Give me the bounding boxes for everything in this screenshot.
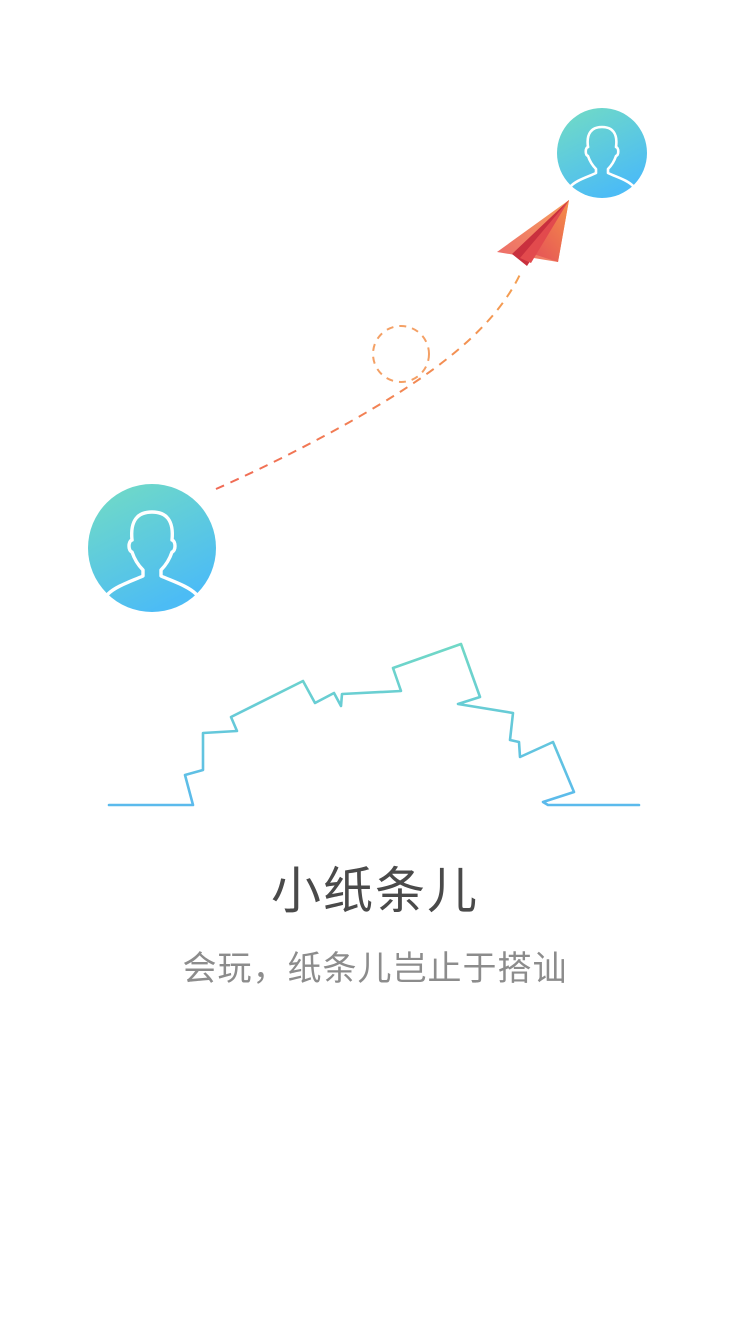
flight-path bbox=[215, 269, 523, 490]
onboarding-illustration bbox=[88, 108, 647, 807]
page-subtitle: 会玩，纸条儿岂止于搭讪 bbox=[182, 949, 568, 989]
rooftop-outline-icon bbox=[107, 642, 641, 807]
paper-plane-icon bbox=[497, 200, 569, 266]
page-title: 小纸条儿 bbox=[271, 862, 479, 920]
receiver-avatar bbox=[557, 108, 647, 198]
flight-loop bbox=[372, 325, 430, 383]
sender-avatar bbox=[88, 484, 216, 612]
